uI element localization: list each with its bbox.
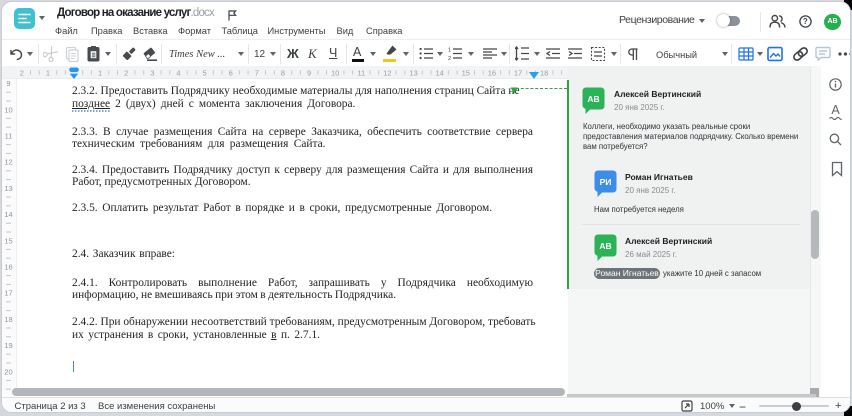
svg-text:АВ: АВ — [599, 241, 611, 251]
svg-text:А: А — [831, 103, 840, 117]
svg-text:АВ: АВ — [587, 94, 599, 104]
svg-text:РИ: РИ — [600, 177, 612, 187]
